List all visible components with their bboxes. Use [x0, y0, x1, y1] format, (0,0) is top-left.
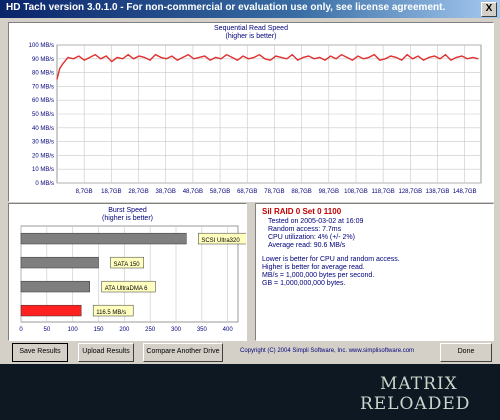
burst-data-label: SATA 150 — [114, 262, 141, 268]
x-tick-label: 58,7GB — [210, 189, 230, 195]
sequential-read-panel: Sequential Read Speed (higher is better)… — [8, 22, 494, 202]
average-read: Average read: 90.6 MB/s — [268, 242, 346, 249]
x-tick-label: 68,7GB — [237, 189, 257, 195]
random-access: Random access: 7.7ms — [268, 226, 342, 233]
burst-tick-label: 200 — [119, 327, 130, 333]
title-bar[interactable]: HD Tach version 3.0.1.0 - For non-commer… — [0, 0, 500, 18]
x-tick-label: 108,7GB — [344, 189, 368, 195]
y-tick-label: 50 MB/s — [32, 112, 54, 118]
compare-another-drive-button[interactable]: Compare Another Drive — [143, 343, 223, 362]
note-gb: GB = 1,000,000,000 bytes. — [262, 280, 346, 287]
burst-tick-label: 150 — [93, 327, 104, 333]
burst-data-label: ATA UltraDMA 6 — [105, 286, 148, 292]
done-button[interactable]: Done — [440, 343, 492, 362]
burst-tick-label: 300 — [171, 327, 182, 333]
y-tick-label: 100 MB/s — [29, 43, 54, 49]
watermark-line2: RELOADED — [360, 394, 471, 414]
burst-data-label: 116.5 MB/s — [96, 310, 126, 316]
window-title: HD Tach version 3.0.1.0 - For non-commer… — [6, 2, 446, 13]
y-tick-label: 0 MB/s — [35, 181, 54, 187]
x-tick-label: 48,7GB — [183, 189, 203, 195]
x-tick-label: 148,7GB — [453, 189, 477, 195]
x-tick-label: 28,7GB — [128, 189, 148, 195]
x-tick-label: 8,7GB — [76, 189, 93, 195]
x-tick-label: 98,7GB — [319, 189, 339, 195]
y-tick-label: 10 MB/s — [32, 167, 54, 173]
burst-data-label: SCSI Ultra320 — [201, 238, 240, 244]
burst-bar-reference — [20, 232, 187, 245]
y-tick-label: 80 MB/s — [32, 71, 54, 77]
burst-bar-this-drive — [20, 304, 82, 317]
burst-tick-label: 50 — [43, 327, 50, 333]
burst-bar-reference — [20, 256, 99, 269]
burst-tick-label: 400 — [223, 327, 234, 333]
y-tick-label: 40 MB/s — [32, 126, 54, 132]
close-icon[interactable]: X — [481, 2, 497, 17]
y-tick-label: 20 MB/s — [32, 153, 54, 159]
burst-tick-label: 250 — [145, 327, 156, 333]
note-mbs: MB/s = 1,000,000 bytes per second. — [262, 272, 375, 279]
watermark-line1: MATRIX — [380, 374, 458, 394]
results-panel: Sil RAID 0 Set 0 1100 Tested on 2005-03-… — [255, 203, 494, 341]
y-tick-label: 90 MB/s — [32, 57, 54, 63]
x-tick-label: 88,7GB — [291, 189, 311, 195]
burst-chart: 0 50 100 150 200 250 300 350 400 SCSI Ultra320 SAT… — [19, 225, 246, 333]
x-tick-label: 118,7GB — [372, 189, 395, 195]
x-tick-label: 18,7GB — [101, 189, 121, 195]
copyright-text: Copyright (C) 2004 Simpli Software, Inc.… — [240, 348, 415, 354]
burst-speed-panel: Burst Speed (higher is better) 0 50 100 150… — [8, 203, 247, 341]
upload-results-button[interactable]: Upload Results — [78, 343, 134, 362]
save-results-button[interactable]: Save Results — [12, 343, 68, 362]
cpu-utilization: CPU utilization: 4% (+/- 2%) — [268, 234, 355, 241]
device-name: Sil RAID 0 Set 0 1100 — [262, 207, 342, 216]
x-tick-label: 38,7GB — [156, 189, 176, 195]
x-tick-label: 128,7GB — [398, 189, 422, 195]
burst-tick-label: 0 — [19, 327, 23, 333]
y-tick-label: 30 MB/s — [32, 140, 54, 146]
sequential-chart: 0 MB/s 10 MB/s 20 MB/s 30 MB/s 40 MB/s 50 MB/… — [29, 43, 482, 195]
y-tick-label: 70 MB/s — [32, 84, 54, 90]
x-tick-label: 138,7GB — [426, 189, 450, 195]
burst-bar-reference — [20, 280, 90, 293]
x-tick-label: 78,7GB — [264, 189, 284, 195]
burst-tick-label: 350 — [197, 327, 208, 333]
burst-tick-label: 100 — [68, 327, 79, 333]
hdtach-window: HD Tach version 3.0.1.0 - For non-commer… — [0, 0, 500, 364]
tested-date: Tested on 2005-03-02 at 16:09 — [268, 218, 364, 225]
y-tick-label: 60 MB/s — [32, 98, 54, 104]
note-higher-better: Higher is better for average read. — [262, 264, 365, 271]
note-lower-better: Lower is better for CPU and random acces… — [262, 256, 400, 263]
